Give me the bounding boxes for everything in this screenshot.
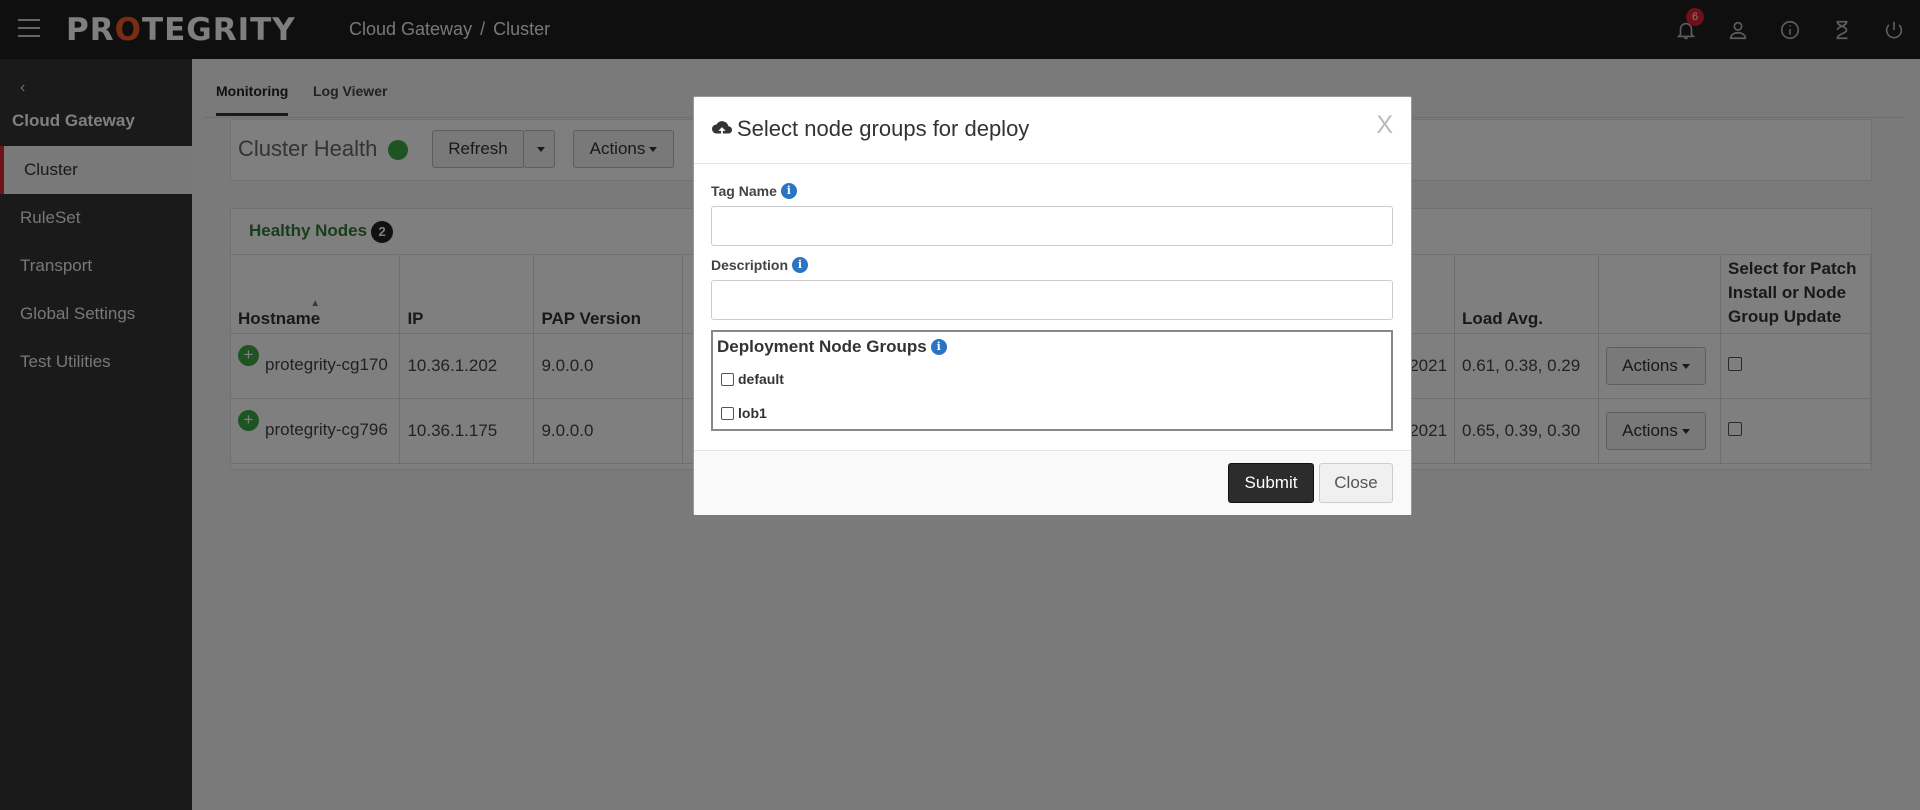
description-label: Description i (711, 257, 809, 273)
deploy-modal: Select node groups for deploy X Tag Name… (693, 96, 1412, 515)
tag-name-input[interactable] (711, 206, 1393, 246)
group-default-checkbox[interactable] (721, 373, 734, 386)
info-icon[interactable]: i (780, 183, 797, 199)
tag-name-label: Tag Name i (711, 183, 797, 199)
group-lob1-checkbox[interactable] (721, 407, 734, 420)
close-button[interactable]: Close (1319, 463, 1393, 503)
submit-button[interactable]: Submit (1228, 463, 1314, 503)
cloud-upload-icon (712, 121, 732, 136)
modal-title: Select node groups for deploy (711, 116, 1029, 142)
deployment-node-groups: Deployment Node Groups i default lob1 (711, 330, 1393, 431)
group-default[interactable]: default (721, 371, 784, 387)
group-lob1[interactable]: lob1 (721, 405, 767, 421)
info-icon[interactable]: i (792, 257, 809, 273)
description-input[interactable] (711, 280, 1393, 320)
modal-close-x[interactable]: X (1376, 111, 1393, 140)
node-groups-legend: Deployment Node Groups i (717, 337, 947, 357)
info-icon[interactable]: i (930, 339, 947, 355)
